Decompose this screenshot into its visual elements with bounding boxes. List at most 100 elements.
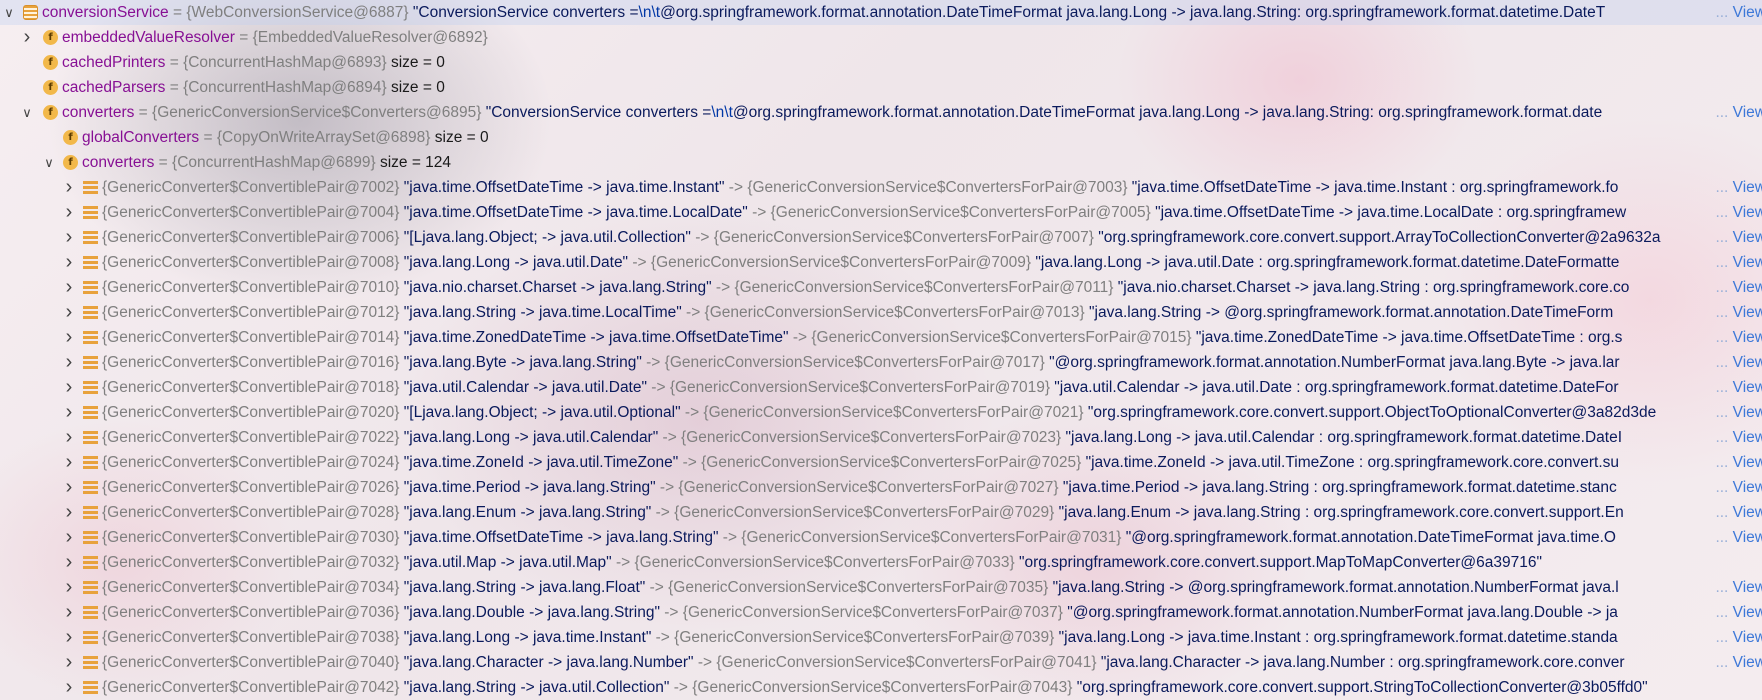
view-link[interactable]: ... View	[1713, 575, 1762, 600]
ellipsis: ...	[1715, 529, 1733, 546]
view-link-label[interactable]: View	[1733, 504, 1762, 521]
view-link-label[interactable]: View	[1733, 604, 1762, 621]
tree-row[interactable]: › f embeddedValueResolver = {EmbeddedValue…	[0, 25, 1762, 50]
view-link-label[interactable]: View	[1733, 454, 1762, 471]
view-link-label[interactable]: View	[1733, 379, 1762, 396]
tree-row[interactable]: f globalConverters = {CopyOnWriteArraySet…	[0, 125, 1762, 150]
view-link[interactable]: ... View	[1713, 425, 1762, 450]
view-link[interactable]: ... View	[1713, 200, 1762, 225]
chevron-right-icon[interactable]: ›	[62, 500, 76, 525]
view-link-label[interactable]: View	[1733, 429, 1762, 446]
tree-row[interactable]: › {GenericConverter$ConvertiblePair@7032}…	[0, 550, 1762, 575]
tree-row[interactable]: › {GenericConverter$ConvertiblePair@7008}…	[0, 250, 1762, 275]
view-link-label[interactable]: View	[1733, 479, 1762, 496]
view-link[interactable]: ... View	[1713, 100, 1762, 125]
tree-row[interactable]: › {GenericConverter$ConvertiblePair@7024}…	[0, 450, 1762, 475]
view-link[interactable]: ... View	[1713, 650, 1762, 675]
chevron-right-icon[interactable]: ›	[62, 250, 76, 275]
chevron-right-icon[interactable]: ›	[62, 525, 76, 550]
view-link[interactable]: ... View	[1713, 450, 1762, 475]
chevron-down-icon[interactable]: ∨	[42, 150, 56, 175]
tree-row[interactable]: › {GenericConverter$ConvertiblePair@7006}…	[0, 225, 1762, 250]
tree-row[interactable]: › {GenericConverter$ConvertiblePair@7010}…	[0, 275, 1762, 300]
view-link[interactable]: ... View	[1713, 600, 1762, 625]
tree-row[interactable]: › {GenericConverter$ConvertiblePair@7030}…	[0, 525, 1762, 550]
chevron-right-icon[interactable]: ›	[62, 575, 76, 600]
chevron-right-icon[interactable]: ›	[62, 450, 76, 475]
tree-row[interactable]: ∨ conversionService = {WebConversionServi…	[0, 0, 1762, 25]
view-link-label[interactable]: View	[1733, 4, 1762, 21]
view-link-label[interactable]: View	[1733, 329, 1762, 346]
field-icon: f	[43, 105, 58, 120]
chevron-right-icon[interactable]: ›	[62, 425, 76, 450]
chevron-right-icon[interactable]: ›	[62, 200, 76, 225]
tree-row[interactable]: ∨ f converters = {GenericConversionService…	[0, 100, 1762, 125]
view-link-label[interactable]: View	[1733, 654, 1762, 671]
chevron-down-icon[interactable]: ∨	[2, 0, 16, 25]
chevron-right-icon[interactable]: ›	[62, 600, 76, 625]
view-link[interactable]: ... View	[1713, 325, 1762, 350]
tree-row[interactable]: f cachedPrinters = {ConcurrentHashMap@689…	[0, 50, 1762, 75]
chevron-right-icon[interactable]: ›	[20, 25, 34, 50]
object-reference: {GenericConverter$ConvertiblePair@7024}	[102, 454, 400, 471]
view-link[interactable]: ... View	[1713, 225, 1762, 250]
view-link-label[interactable]: View	[1733, 404, 1762, 421]
chevron-right-icon[interactable]: ›	[62, 375, 76, 400]
tree-row[interactable]: › {GenericConverter$ConvertiblePair@7038}…	[0, 625, 1762, 650]
tree-row[interactable]: › {GenericConverter$ConvertiblePair@7022}…	[0, 425, 1762, 450]
view-link[interactable]: ... View	[1713, 350, 1762, 375]
tree-row[interactable]: › {GenericConverter$ConvertiblePair@7040}…	[0, 650, 1762, 675]
tree-row[interactable]: › {GenericConverter$ConvertiblePair@7014}…	[0, 325, 1762, 350]
view-link[interactable]: ... View	[1713, 500, 1762, 525]
view-link-label[interactable]: View	[1733, 204, 1762, 221]
tree-row[interactable]: › {GenericConverter$ConvertiblePair@7012}…	[0, 300, 1762, 325]
chevron-right-icon[interactable]: ›	[62, 675, 76, 700]
view-link[interactable]: ... View	[1713, 475, 1762, 500]
chevron-right-icon[interactable]: ›	[62, 225, 76, 250]
tree-row[interactable]: › {GenericConverter$ConvertiblePair@7004}…	[0, 200, 1762, 225]
tree-row[interactable]: › {GenericConverter$ConvertiblePair@7020}…	[0, 400, 1762, 425]
view-link[interactable]: ... View	[1713, 0, 1762, 25]
tree-row[interactable]: › {GenericConverter$ConvertiblePair@7018}…	[0, 375, 1762, 400]
chevron-right-icon[interactable]: ›	[62, 400, 76, 425]
object-reference: {GenericConverter$ConvertiblePair@7038}	[102, 629, 400, 646]
view-link-label[interactable]: View	[1733, 104, 1762, 121]
view-link[interactable]: ... View	[1713, 400, 1762, 425]
chevron-right-icon[interactable]: ›	[62, 650, 76, 675]
chevron-right-icon[interactable]: ›	[62, 175, 76, 200]
view-link[interactable]: ... View	[1713, 375, 1762, 400]
map-entry-icon	[83, 506, 98, 519]
tree-row[interactable]: f cachedParsers = {ConcurrentHashMap@6894…	[0, 75, 1762, 100]
chevron-right-icon[interactable]: ›	[62, 350, 76, 375]
view-link-label[interactable]: View	[1733, 629, 1762, 646]
view-link-label[interactable]: View	[1733, 579, 1762, 596]
tree-row[interactable]: › {GenericConverter$ConvertiblePair@7016}…	[0, 350, 1762, 375]
chevron-right-icon[interactable]: ›	[62, 325, 76, 350]
tree-row[interactable]: ∨ f converters = {ConcurrentHashMap@6899} …	[0, 150, 1762, 175]
view-link-label[interactable]: View	[1733, 229, 1762, 246]
tree-row[interactable]: › {GenericConverter$ConvertiblePair@7026}…	[0, 475, 1762, 500]
view-link-label[interactable]: View	[1733, 179, 1762, 196]
chevron-right-icon[interactable]: ›	[62, 475, 76, 500]
chevron-right-icon[interactable]: ›	[62, 625, 76, 650]
chevron-right-icon[interactable]: ›	[62, 275, 76, 300]
chevron-right-icon[interactable]: ›	[62, 300, 76, 325]
view-link[interactable]: ... View	[1713, 525, 1762, 550]
view-link-label[interactable]: View	[1733, 254, 1762, 271]
tree-row[interactable]: › {GenericConverter$ConvertiblePair@7036}…	[0, 600, 1762, 625]
chevron-down-icon[interactable]: ∨	[20, 100, 34, 125]
view-link[interactable]: ... View	[1713, 175, 1762, 200]
tree-row[interactable]: › {GenericConverter$ConvertiblePair@7034}…	[0, 575, 1762, 600]
tree-row[interactable]: › {GenericConverter$ConvertiblePair@7002}…	[0, 175, 1762, 200]
tree-row[interactable]: › {GenericConverter$ConvertiblePair@7042}…	[0, 675, 1762, 700]
view-link[interactable]: ... View	[1713, 300, 1762, 325]
view-link[interactable]: ... View	[1713, 250, 1762, 275]
tree-row[interactable]: › {GenericConverter$ConvertiblePair@7028}…	[0, 500, 1762, 525]
view-link-label[interactable]: View	[1733, 354, 1762, 371]
view-link-label[interactable]: View	[1733, 304, 1762, 321]
view-link[interactable]: ... View	[1713, 275, 1762, 300]
view-link[interactable]: ... View	[1713, 625, 1762, 650]
view-link-label[interactable]: View	[1733, 279, 1762, 296]
view-link-label[interactable]: View	[1733, 529, 1762, 546]
chevron-right-icon[interactable]: ›	[62, 550, 76, 575]
